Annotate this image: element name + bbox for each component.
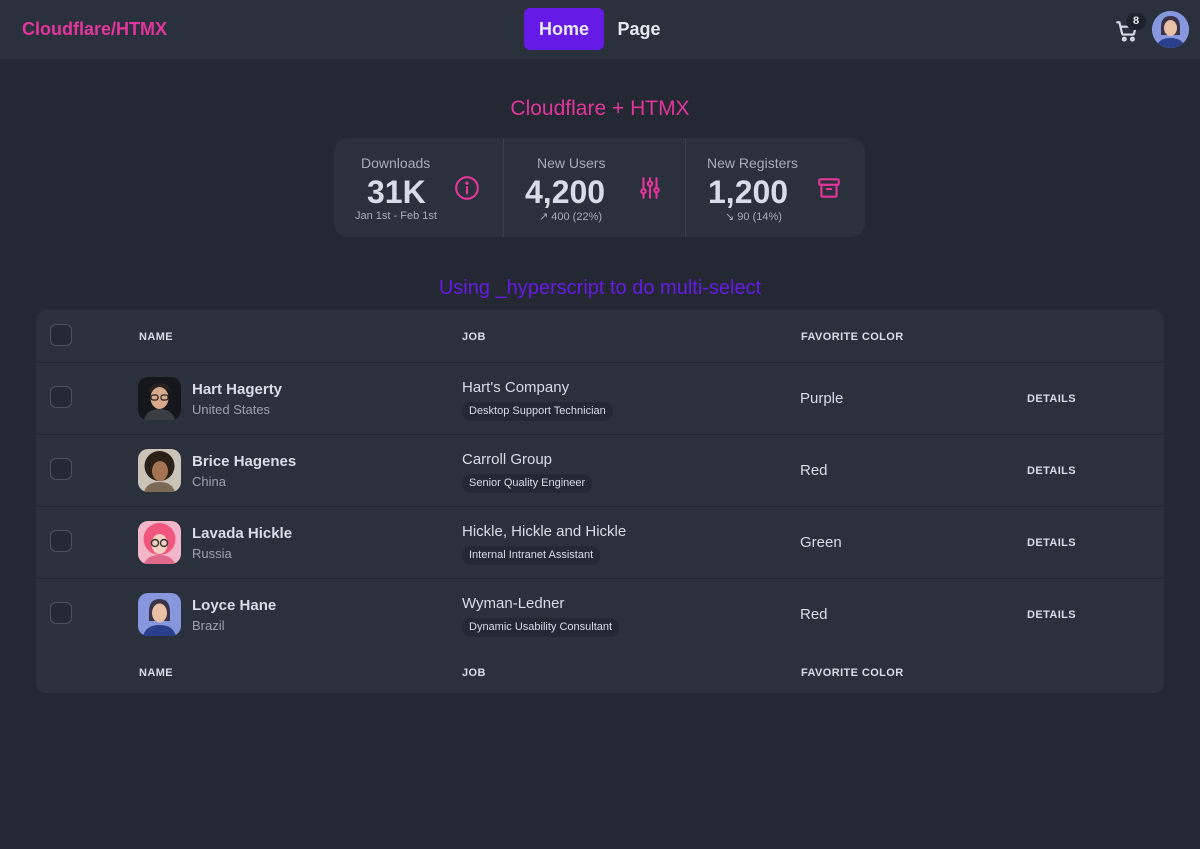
nav-page-button[interactable]: Page bbox=[610, 8, 668, 50]
person-avatar bbox=[138, 377, 181, 420]
job-title-badge: Desktop Support Technician bbox=[462, 402, 613, 421]
job-company: Hart's Company bbox=[462, 379, 570, 396]
details-button[interactable]: DETAILS bbox=[1027, 609, 1076, 621]
job-title-badge: Senior Quality Engineer bbox=[462, 474, 593, 493]
row-checkbox[interactable] bbox=[50, 386, 72, 408]
person-country: Brazil bbox=[192, 618, 225, 633]
info-circle-icon bbox=[454, 175, 480, 201]
footer-name: NAME bbox=[139, 667, 173, 679]
user-avatar[interactable] bbox=[1152, 11, 1189, 48]
cart-count-badge: 8 bbox=[1126, 13, 1146, 30]
details-button[interactable]: DETAILS bbox=[1027, 465, 1076, 477]
job-title-badge: Internal Intranet Assistant bbox=[462, 546, 601, 565]
stat-desc: ↘︎ 90 (14%) bbox=[725, 211, 782, 223]
stat-title: New Registers bbox=[707, 155, 799, 171]
stat-downloads: Downloads 31K Jan 1st - Feb 1st bbox=[334, 138, 503, 237]
person-country: China bbox=[192, 474, 226, 489]
stat-value: 1,200 bbox=[708, 174, 789, 210]
favorite-color: Green bbox=[800, 534, 842, 551]
page-title: Cloudflare + HTMX bbox=[510, 97, 690, 120]
table-footer: NAME JOB FAVORITE COLOR bbox=[36, 651, 1164, 693]
sliders-icon bbox=[637, 175, 663, 201]
nav-home-button[interactable]: Home bbox=[524, 8, 604, 50]
person-name: Brice Hagenes bbox=[192, 453, 297, 470]
job-company: Wyman-Ledner bbox=[462, 595, 565, 612]
job-company: Carroll Group bbox=[462, 451, 553, 468]
favorite-color: Red bbox=[800, 606, 828, 623]
stats-panel: Downloads 31K Jan 1st - Feb 1st New User… bbox=[334, 138, 865, 237]
person-avatar bbox=[138, 449, 181, 492]
stat-title: Downloads bbox=[361, 155, 431, 171]
people-table: NAME JOB FAVORITE COLOR Hart Hagerty Uni… bbox=[36, 310, 1164, 693]
row-checkbox[interactable] bbox=[50, 530, 72, 552]
person-name: Loyce Hane bbox=[192, 597, 277, 614]
footer-job: JOB bbox=[462, 667, 486, 679]
footer-favorite-color: FAVORITE COLOR bbox=[801, 667, 904, 679]
stat-value: 4,200 bbox=[525, 174, 606, 210]
stat-value: 31K bbox=[367, 174, 426, 210]
table-row: Hart Hagerty United States Hart's Compan… bbox=[36, 362, 1164, 433]
stat-desc: Jan 1st - Feb 1st bbox=[355, 210, 437, 222]
stat-desc: ↗︎ 400 (22%) bbox=[539, 211, 603, 223]
row-checkbox[interactable] bbox=[50, 602, 72, 624]
favorite-color: Red bbox=[800, 462, 828, 479]
navbar: Cloudflare/HTMX Home Page 8 bbox=[0, 0, 1200, 59]
stat-new-registers: New Registers 1,200 ↘︎ 90 (14%) bbox=[686, 138, 865, 237]
details-button[interactable]: DETAILS bbox=[1027, 393, 1076, 405]
table-header: NAME JOB FAVORITE COLOR bbox=[36, 310, 1164, 362]
archive-box-icon bbox=[816, 175, 842, 201]
table-row: Loyce Hane Brazil Wyman-Ledner Dynamic U… bbox=[36, 578, 1164, 649]
person-name: Hart Hagerty bbox=[192, 381, 283, 398]
table-heading: Using _hyperscript to do multi-select bbox=[438, 277, 762, 299]
select-all-checkbox[interactable] bbox=[50, 324, 72, 346]
job-company: Hickle, Hickle and Hickle bbox=[462, 523, 627, 540]
details-button[interactable]: DETAILS bbox=[1027, 537, 1076, 549]
job-title-badge: Dynamic Usability Consultant bbox=[462, 618, 620, 637]
header-name: NAME bbox=[139, 331, 173, 343]
favorite-color: Purple bbox=[800, 390, 844, 407]
table-row: Brice Hagenes China Carroll Group Senior… bbox=[36, 434, 1164, 505]
stat-new-users: New Users 4,200 ↗︎ 400 (22%) bbox=[504, 138, 685, 237]
person-country: United States bbox=[192, 402, 271, 417]
header-job: JOB bbox=[462, 331, 486, 343]
table-row: Lavada Hickle Russia Hickle, Hickle and … bbox=[36, 506, 1164, 577]
brand-logo[interactable]: Cloudflare/HTMX bbox=[22, 19, 167, 40]
header-favorite-color: FAVORITE COLOR bbox=[801, 331, 904, 343]
person-avatar bbox=[138, 593, 181, 636]
person-country: Russia bbox=[192, 546, 232, 561]
stat-title: New Users bbox=[537, 155, 606, 171]
row-checkbox[interactable] bbox=[50, 458, 72, 480]
person-name: Lavada Hickle bbox=[192, 525, 293, 542]
person-avatar bbox=[138, 521, 181, 564]
